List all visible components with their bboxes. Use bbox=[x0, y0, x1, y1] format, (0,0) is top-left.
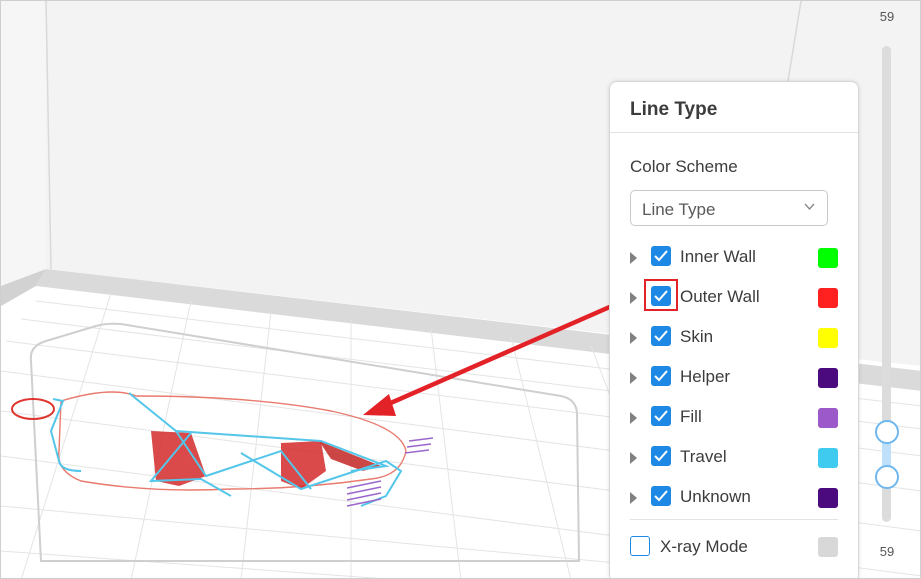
color-swatch bbox=[818, 488, 838, 508]
line-type-label: Skin bbox=[680, 327, 714, 346]
color-scheme-label: Color Scheme bbox=[630, 157, 738, 176]
line-type-outer-wall: Outer Wall bbox=[610, 279, 858, 324]
line-type-label: Outer Wall bbox=[680, 287, 760, 306]
line-type-unknown: Unknown bbox=[610, 484, 858, 524]
line-type-inner-wall: Inner Wall bbox=[610, 244, 858, 284]
line-type-travel: Travel bbox=[610, 444, 858, 484]
checkmark-icon bbox=[654, 450, 668, 462]
color-swatch bbox=[818, 328, 838, 348]
layer-min-label: 59 bbox=[879, 544, 895, 559]
expand-arrow-icon[interactable] bbox=[630, 292, 637, 304]
color-swatch bbox=[818, 368, 838, 388]
color-scheme-dropdown[interactable]: Line Type bbox=[630, 190, 828, 226]
line-type-label: Fill bbox=[680, 407, 702, 426]
fill-checkbox[interactable] bbox=[651, 406, 671, 426]
line-type-skin: Skin bbox=[610, 324, 858, 364]
inner-wall-checkbox[interactable] bbox=[651, 246, 671, 266]
divider bbox=[630, 519, 838, 520]
line-type-fill: Fill bbox=[610, 404, 858, 444]
expand-arrow-icon[interactable] bbox=[630, 492, 637, 504]
color-swatch bbox=[818, 248, 838, 268]
checkmark-icon bbox=[654, 330, 668, 342]
layer-max-label: 59 bbox=[879, 9, 895, 24]
skin-checkbox[interactable] bbox=[651, 326, 671, 346]
highlight-box bbox=[644, 279, 678, 311]
color-scheme-value: Line Type bbox=[642, 200, 716, 219]
expand-arrow-icon[interactable] bbox=[630, 452, 637, 464]
expand-arrow-icon[interactable] bbox=[630, 412, 637, 424]
xray-mode-checkbox[interactable] bbox=[630, 536, 650, 556]
travel-checkbox[interactable] bbox=[651, 446, 671, 466]
viewport-3d[interactable]: Line Type Color Scheme Line Type Inner W… bbox=[0, 0, 921, 579]
line-type-helper: Helper bbox=[610, 364, 858, 404]
chevron-down-icon bbox=[804, 203, 815, 210]
panel-title: Line Type bbox=[630, 99, 718, 120]
checkmark-icon bbox=[654, 490, 668, 502]
expand-arrow-icon[interactable] bbox=[630, 332, 637, 344]
layer-slider-upper-handle[interactable] bbox=[875, 420, 899, 444]
xray-mode-label: X-ray Mode bbox=[660, 537, 748, 556]
expand-arrow-icon[interactable] bbox=[630, 252, 637, 264]
checkmark-icon bbox=[654, 370, 668, 382]
expand-arrow-icon[interactable] bbox=[630, 372, 637, 384]
line-type-label: Unknown bbox=[680, 487, 751, 506]
color-swatch bbox=[818, 448, 838, 468]
color-swatch bbox=[818, 408, 838, 428]
color-swatch bbox=[818, 537, 838, 557]
checkmark-icon bbox=[654, 250, 668, 262]
checkmark-icon bbox=[654, 410, 668, 422]
color-swatch bbox=[818, 288, 838, 308]
xray-mode-row: X-ray Mode bbox=[610, 536, 858, 566]
unknown-checkbox[interactable] bbox=[651, 486, 671, 506]
helper-checkbox[interactable] bbox=[651, 366, 671, 386]
layer-slider-lower-handle[interactable] bbox=[875, 465, 899, 489]
line-type-panel: Line Type Color Scheme Line Type Inner W… bbox=[609, 81, 859, 578]
line-type-label: Travel bbox=[680, 447, 727, 466]
line-type-label: Helper bbox=[680, 367, 731, 386]
line-type-label: Inner Wall bbox=[680, 247, 756, 266]
divider bbox=[610, 132, 858, 133]
